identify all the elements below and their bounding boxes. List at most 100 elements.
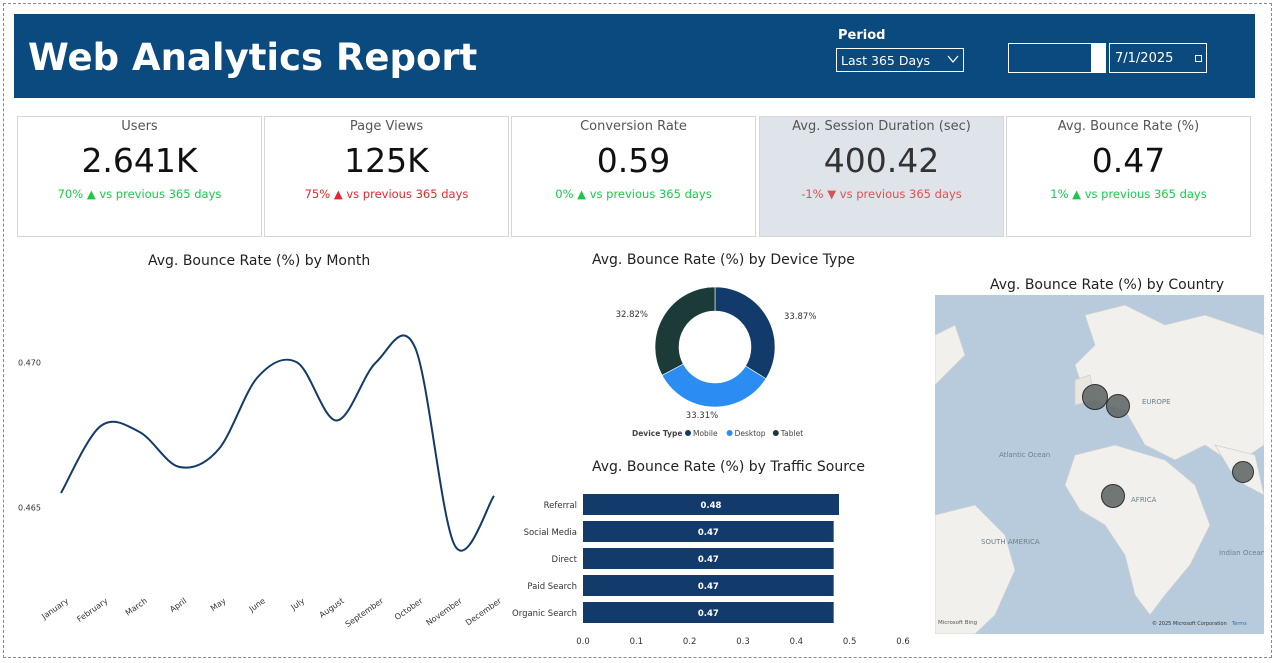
x-tick-label: 0.4: [790, 637, 804, 647]
legend-item: Tablet: [780, 429, 803, 438]
bounce-by-device-chart: 33.87% 33.31% 32.82% Device Type Mobile Deskt…: [616, 286, 816, 438]
map-label-indian-ocean: Indian Ocean: [1219, 549, 1264, 557]
x-tick-label: October: [393, 596, 425, 622]
kpi-value: 0.59: [596, 141, 671, 180]
legend-item: Desktop: [735, 429, 766, 438]
kpi-value: 2.641K: [81, 141, 198, 180]
map-label-europe: EUROPE: [1142, 398, 1171, 406]
category-label: Paid Search: [527, 582, 577, 592]
kpi-card-conversion-rate: Conversion Rate 0.59 0% ▲ vs previous 36…: [511, 116, 756, 237]
kpi-delta: -1% ▼ vs previous 365 days: [801, 187, 962, 201]
period-dropdown[interactable]: Last 365 Days: [836, 48, 964, 72]
date-range-end-field[interactable]: 7/1/2025: [1109, 43, 1207, 73]
category-label: Organic Search: [512, 609, 577, 619]
bar-data-label: 0.47: [698, 582, 719, 592]
kpi-card-bounce-rate: Avg. Bounce Rate (%) 0.47 1% ▲ vs previo…: [1006, 116, 1251, 237]
map-label-south-america: SOUTH AMERICA: [981, 538, 1040, 546]
kpi-delta: 1% ▲ vs previous 365 days: [1050, 187, 1207, 201]
slice-data-label: 32.82%: [616, 310, 648, 320]
kpi-delta: 0% ▲ vs previous 365 days: [555, 187, 712, 201]
kpi-card-session-duration: Avg. Session Duration (sec) 400.42 -1% ▼…: [759, 116, 1004, 237]
category-label: Social Media: [524, 528, 577, 538]
x-tick-label: September: [344, 596, 386, 629]
bar-data-label: 0.47: [698, 528, 719, 538]
map-title: Avg. Bounce Rate (%) by Country: [990, 277, 1224, 293]
donut-slice-mobile: [714, 286, 776, 380]
map-bubble[interactable]: [1106, 394, 1130, 418]
bar-data-label: 0.47: [698, 609, 719, 619]
x-tick-label: August: [318, 596, 346, 619]
legend-title: Device Type: [632, 429, 683, 438]
x-tick-label: November: [425, 596, 465, 628]
kpi-card-page-views: Page Views 125K 75% ▲ vs previous 365 da…: [264, 116, 509, 237]
date-end-value: 7/1/2025: [1115, 51, 1174, 66]
map-bubble[interactable]: [1082, 384, 1108, 410]
slice-data-label: 33.31%: [686, 411, 718, 421]
map-copyright: © 2025 Microsoft Corporation: [1152, 621, 1227, 627]
map-brand-logo: Microsoft Bing: [938, 620, 978, 626]
date-range-slider-handle[interactable]: [1091, 43, 1105, 73]
kpi-card-users: Users 2.641K 70% ▲ vs previous 365 days: [17, 116, 262, 237]
map-bubble[interactable]: [1232, 461, 1254, 483]
kpi-label: Page Views: [349, 119, 424, 134]
y-tick-label: 0.465: [18, 504, 41, 513]
map-label-africa: AFRICA: [1131, 496, 1157, 504]
x-tick-label: 0.2: [683, 637, 697, 647]
period-label: Period: [838, 28, 886, 43]
x-tick-label: July: [289, 596, 307, 612]
legend-marker: [685, 430, 691, 436]
series-line: [60, 334, 495, 552]
bar-data-label: 0.48: [701, 501, 722, 511]
category-label: Direct: [552, 555, 578, 565]
legend-item: Mobile: [693, 429, 718, 438]
arrow-up-icon: ▲: [1072, 187, 1082, 201]
kpi-value: 400.42: [823, 141, 940, 180]
kpi-label: Conversion Rate: [580, 119, 687, 134]
bounce-by-month-chart: 0.470 0.465 January February March April May Ju…: [18, 334, 504, 629]
arrow-up-icon: ▲: [577, 187, 587, 201]
arrow-up-icon: ▲: [333, 187, 343, 201]
bounce-by-traffic-source-chart: Referral 0.48 Social Media 0.47 Direct 0.47 Pa…: [512, 494, 910, 647]
calendar-icon[interactable]: [1195, 55, 1202, 62]
donut-slice-tablet: [654, 286, 716, 376]
chevron-down-icon: [947, 55, 959, 64]
map-terms-link[interactable]: Terms: [1232, 621, 1247, 627]
kpi-label: Users: [121, 119, 158, 134]
legend-marker: [772, 430, 779, 436]
x-tick-label: June: [247, 596, 267, 614]
kpi-delta: 75% ▲ vs previous 365 days: [304, 187, 469, 201]
x-tick-label: 0.1: [630, 637, 644, 647]
arrow-up-icon: ▲: [86, 187, 96, 201]
x-tick-label: 0.6: [896, 637, 910, 647]
report-header: Web Analytics Report Period Last 365 Day…: [14, 14, 1255, 98]
x-tick-label: 0.0: [576, 637, 590, 647]
x-tick-label: December: [464, 596, 504, 628]
kpi-value: 125K: [344, 141, 429, 180]
x-tick-label: April: [168, 596, 188, 614]
y-tick-label: 0.470: [18, 359, 41, 368]
map-bubble[interactable]: [1101, 484, 1125, 508]
legend-marker: [726, 430, 733, 436]
kpi-delta: 70% ▲ vs previous 365 days: [57, 187, 222, 201]
line-chart-title: Avg. Bounce Rate (%) by Month: [148, 253, 371, 269]
map-label-atlantic: Atlantic Ocean: [999, 451, 1051, 459]
x-tick-label: 0.5: [843, 637, 857, 647]
kpi-label: Avg. Session Duration (sec): [792, 119, 971, 134]
donut-slice-desktop: [661, 363, 767, 408]
x-tick-label: March: [124, 596, 149, 617]
bar-data-label: 0.47: [698, 555, 719, 565]
page-title: Web Analytics Report: [28, 36, 478, 79]
period-selected-value: Last 365 Days: [841, 53, 931, 68]
donut-chart-title: Avg. Bounce Rate (%) by Device Type: [592, 252, 855, 268]
kpi-value: 0.47: [1091, 141, 1166, 180]
bar-chart-title: Avg. Bounce Rate (%) by Traffic Source: [592, 459, 865, 475]
category-label: Referral: [544, 501, 577, 511]
map-land: [935, 304, 1264, 634]
x-tick-label: 0.3: [736, 637, 750, 647]
x-tick-label: February: [75, 596, 109, 624]
x-tick-label: May: [209, 596, 228, 613]
x-tick-label: January: [39, 596, 70, 621]
slice-data-label: 33.87%: [784, 312, 816, 322]
bounce-by-country-map[interactable]: EUROPE Atlantic Ocean AFRICA SOUTH AMERI…: [935, 295, 1264, 634]
arrow-down-icon: ▼: [827, 187, 837, 201]
